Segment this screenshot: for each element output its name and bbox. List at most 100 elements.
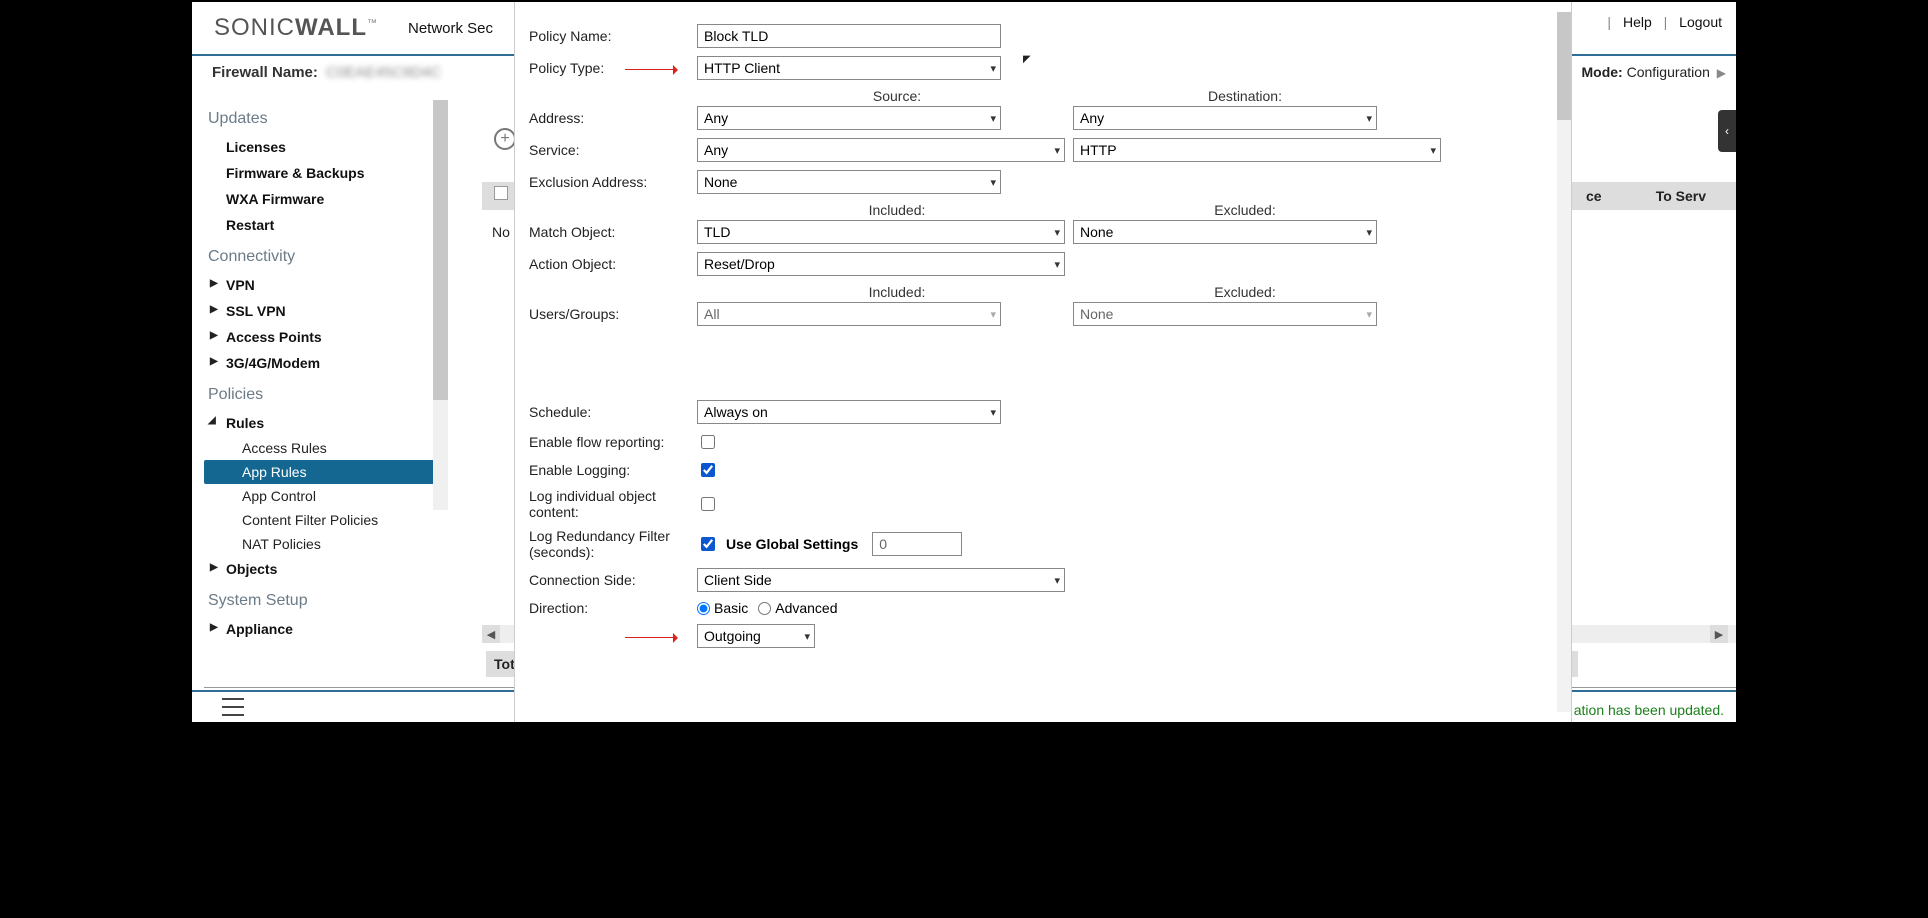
use-global-checkbox[interactable]	[701, 537, 715, 551]
logo: SONICWALL™	[192, 14, 378, 42]
users-groups-included-select[interactable]: All▾	[697, 302, 1001, 326]
match-object-excluded-value: None	[1080, 224, 1113, 240]
enable-flow-label: Enable flow reporting:	[515, 434, 685, 450]
nav-vpn[interactable]: VPN	[204, 272, 444, 298]
nav-ssl-vpn[interactable]: SSL VPN	[204, 298, 444, 324]
nav-wxa-firmware[interactable]: WXA Firmware	[204, 186, 444, 212]
direction-basic-radio-wrap[interactable]: Basic	[697, 600, 748, 616]
address-dest-value: Any	[1080, 110, 1104, 126]
nav-access-points[interactable]: Access Points	[204, 324, 444, 350]
nav-licenses[interactable]: Licenses	[204, 134, 444, 160]
users-groups-label: Users/Groups:	[515, 306, 685, 322]
logo-right: WALL	[295, 14, 367, 41]
mode-row[interactable]: Mode: Configuration ▶	[1581, 64, 1726, 80]
chevron-down-icon: ▾	[1054, 574, 1060, 587]
direction-label: Direction:	[515, 600, 685, 616]
source-header: Source:	[711, 88, 1083, 104]
address-label: Address:	[515, 110, 685, 126]
included-header-2: Included:	[711, 284, 1083, 300]
chevron-right-icon: ▶	[1717, 66, 1726, 80]
exclusion-address-label: Exclusion Address:	[515, 174, 685, 190]
top-right-links: | Help | Logout	[1603, 14, 1726, 30]
firewall-label: Firewall Name:	[212, 64, 318, 81]
logout-link[interactable]: Logout	[1679, 14, 1722, 30]
exclusion-address-select[interactable]: None ▾	[697, 170, 1001, 194]
chevron-down-icon: ▾	[1366, 308, 1372, 321]
nav-firmware-backups[interactable]: Firmware & Backups	[204, 160, 444, 186]
nav-app-control[interactable]: App Control	[204, 484, 444, 508]
direction-basic-radio[interactable]	[697, 602, 710, 615]
status-message: ation has been updated.	[1574, 702, 1724, 718]
arrow-icon	[625, 65, 685, 75]
arrow-icon	[625, 633, 685, 643]
match-object-excluded-select[interactable]: None ▾	[1073, 220, 1377, 244]
exclusion-address-value: None	[704, 174, 737, 190]
nav-access-rules[interactable]: Access Rules	[204, 436, 444, 460]
schedule-select[interactable]: Always on▾	[697, 400, 1001, 424]
nav-3g-4g-modem[interactable]: 3G/4G/Modem	[204, 350, 444, 376]
users-groups-excluded-value: None	[1080, 306, 1113, 322]
side-handle-icon[interactable]: ‹	[1718, 110, 1736, 152]
nav-objects[interactable]: Objects	[204, 556, 444, 582]
direction-value: Outgoing	[704, 628, 761, 644]
chevron-down-icon: ▾	[1430, 144, 1436, 157]
enable-flow-checkbox[interactable]	[701, 435, 715, 449]
scroll-right-icon[interactable]: ▶	[1710, 625, 1728, 643]
chevron-down-icon: ▾	[990, 406, 996, 419]
nav-content-filter-policies[interactable]: Content Filter Policies	[204, 508, 444, 532]
policy-name-input[interactable]	[697, 24, 1001, 48]
action-object-label: Action Object:	[515, 256, 685, 272]
address-source-value: Any	[704, 110, 728, 126]
schedule-label: Schedule:	[515, 404, 685, 420]
policy-modal: Policy Name: Policy Type: HTTP Client ▾ …	[514, 2, 1572, 722]
chevron-down-icon: ▾	[1366, 226, 1372, 239]
no-label: No	[492, 224, 510, 240]
scroll-left-icon[interactable]: ◀	[482, 625, 500, 643]
match-object-included-select[interactable]: TLD▾	[697, 220, 1065, 244]
nav-appliance[interactable]: Appliance	[204, 616, 444, 642]
direction-advanced-radio[interactable]	[758, 602, 771, 615]
firewall-value: C0EAE45C9D4C	[326, 64, 441, 81]
connection-side-label: Connection Side:	[515, 572, 685, 588]
direction-select[interactable]: Outgoing▾	[697, 624, 815, 648]
nav-rules[interactable]: Rules	[204, 410, 444, 436]
nav-app-rules[interactable]: App Rules	[204, 460, 444, 484]
direction-advanced-label: Advanced	[775, 600, 837, 616]
service-source-select[interactable]: Any ▾	[697, 138, 1065, 162]
log-redundancy-input[interactable]	[872, 532, 962, 556]
service-dest-value: HTTP	[1080, 142, 1117, 158]
select-all-checkbox[interactable]	[494, 186, 508, 200]
log-individual-checkbox[interactable]	[701, 497, 715, 511]
chevron-down-icon: ▾	[990, 62, 996, 75]
match-object-label: Match Object:	[515, 224, 685, 240]
section-updates: Updates	[204, 100, 444, 134]
hamburger-icon[interactable]	[222, 698, 244, 716]
users-groups-included-value: All	[704, 306, 720, 322]
chevron-down-icon: ▾	[990, 176, 996, 189]
log-individual-label: Log individual object content:	[515, 488, 685, 520]
use-global-label: Use Global Settings	[726, 536, 858, 552]
excluded-header: Excluded:	[1093, 202, 1397, 218]
action-object-select[interactable]: Reset/Drop▾	[697, 252, 1065, 276]
policy-name-label: Policy Name:	[515, 28, 685, 44]
included-header: Included:	[711, 202, 1083, 218]
service-label: Service:	[515, 142, 685, 158]
breadcrumb: Network Sec	[378, 20, 493, 37]
add-button[interactable]: +	[494, 128, 516, 150]
service-dest-select[interactable]: HTTP ▾	[1073, 138, 1441, 162]
direction-advanced-radio-wrap[interactable]: Advanced	[758, 600, 837, 616]
chevron-down-icon: ▾	[1366, 112, 1372, 125]
address-dest-select[interactable]: Any ▾	[1073, 106, 1377, 130]
nav-nat-policies[interactable]: NAT Policies	[204, 532, 444, 556]
nav-restart[interactable]: Restart	[204, 212, 444, 238]
th-right: To Serv	[1656, 188, 1736, 204]
enable-logging-checkbox[interactable]	[701, 463, 715, 477]
chevron-down-icon: ▾	[1054, 144, 1060, 157]
policy-type-value: HTTP Client	[704, 60, 780, 76]
users-groups-excluded-select[interactable]: None ▾	[1073, 302, 1377, 326]
address-source-select[interactable]: Any▾	[697, 106, 1001, 130]
policy-type-select[interactable]: HTTP Client ▾	[697, 56, 1001, 80]
service-source-value: Any	[704, 142, 728, 158]
connection-side-select[interactable]: Client Side▾	[697, 568, 1065, 592]
help-link[interactable]: Help	[1623, 14, 1652, 30]
